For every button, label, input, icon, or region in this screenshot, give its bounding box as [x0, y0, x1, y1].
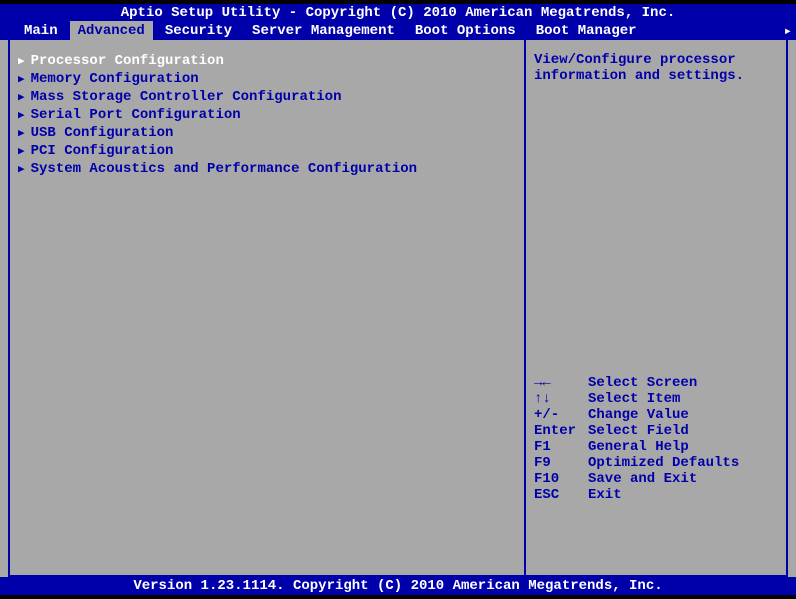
right-panel: View/Configure processor information and… [526, 40, 786, 575]
tab-main[interactable]: Main [16, 21, 66, 41]
entry-usb-config[interactable]: ▶ USB Configuration [18, 124, 516, 142]
submenu-arrow-icon: ▶ [18, 162, 25, 176]
entry-serial-port-config[interactable]: ▶ Serial Port Configuration [18, 106, 516, 124]
key-desc: Select Screen [588, 375, 697, 391]
key-row-save-exit: F10 Save and Exit [534, 471, 778, 487]
key-desc: Exit [588, 487, 622, 503]
submenu-arrow-icon: ▶ [18, 54, 25, 68]
entry-label: System Acoustics and Performance Configu… [31, 161, 417, 177]
entry-processor-config[interactable]: ▶ Processor Configuration [18, 52, 516, 70]
right-arrow-icon: ▸ [784, 23, 792, 40]
bios-screen: Aptio Setup Utility - Copyright (C) 2010… [0, 0, 796, 599]
title-bar: Aptio Setup Utility - Copyright (C) 2010… [0, 4, 796, 22]
entry-label: Memory Configuration [31, 71, 199, 87]
tab-server-management[interactable]: Server Management [244, 21, 403, 41]
submenu-arrow-icon: ▶ [18, 144, 25, 158]
help-line: View/Configure processor [534, 52, 778, 68]
key-name: ESC [534, 487, 588, 503]
footer-text: Version 1.23.1114. Copyright (C) 2010 Am… [133, 578, 662, 594]
key-row-change-value: +/- Change Value [534, 407, 778, 423]
footer-bar: Version 1.23.1114. Copyright (C) 2010 Am… [0, 577, 796, 595]
key-desc: Select Item [588, 391, 680, 407]
key-name: F1 [534, 439, 588, 455]
entry-label: USB Configuration [31, 125, 174, 141]
entry-system-acoustics-config[interactable]: ▶ System Acoustics and Performance Confi… [18, 160, 516, 178]
bottom-black-bar [0, 595, 796, 599]
tab-boot-options[interactable]: Boot Options [407, 21, 524, 41]
help-line: information and settings. [534, 68, 778, 84]
submenu-arrow-icon: ▶ [18, 72, 25, 86]
key-name: F9 [534, 455, 588, 471]
submenu-arrow-icon: ▶ [18, 90, 25, 104]
left-panel: ▶ Processor Configuration ▶ Memory Confi… [10, 40, 526, 575]
key-desc: Change Value [588, 407, 689, 423]
content-frame: ▶ Processor Configuration ▶ Memory Confi… [0, 40, 796, 577]
tab-boot-manager[interactable]: Boot Manager [528, 21, 645, 41]
entry-label: Processor Configuration [31, 53, 224, 69]
key-legend: →← Select Screen ↑↓ Select Item +/- Chan… [534, 375, 778, 503]
key-desc: General Help [588, 439, 689, 455]
key-row-general-help: F1 General Help [534, 439, 778, 455]
main-content: ▶ Processor Configuration ▶ Memory Confi… [8, 40, 788, 577]
menu-bar: Main Advanced Security Server Management… [0, 22, 796, 40]
key-desc: Select Field [588, 423, 689, 439]
key-name: Enter [534, 423, 588, 439]
entry-memory-config[interactable]: ▶ Memory Configuration [18, 70, 516, 88]
entry-label: Serial Port Configuration [31, 107, 241, 123]
entry-label: PCI Configuration [31, 143, 174, 159]
key-name: ↑↓ [534, 391, 588, 407]
tab-advanced[interactable]: Advanced [70, 21, 153, 41]
submenu-arrow-icon: ▶ [18, 108, 25, 122]
title-text: Aptio Setup Utility - Copyright (C) 2010… [121, 5, 676, 21]
submenu-arrow-icon: ▶ [18, 126, 25, 140]
entry-label: Mass Storage Controller Configuration [31, 89, 342, 105]
help-text: View/Configure processor information and… [534, 52, 778, 84]
key-name: →← [534, 375, 588, 391]
tab-security[interactable]: Security [157, 21, 240, 41]
key-row-optimized-defaults: F9 Optimized Defaults [534, 455, 778, 471]
key-desc: Save and Exit [588, 471, 697, 487]
key-name: +/- [534, 407, 588, 423]
key-row-select-field: Enter Select Field [534, 423, 778, 439]
key-row-select-screen: →← Select Screen [534, 375, 778, 391]
key-row-exit: ESC Exit [534, 487, 778, 503]
key-row-select-item: ↑↓ Select Item [534, 391, 778, 407]
key-desc: Optimized Defaults [588, 455, 739, 471]
key-name: F10 [534, 471, 588, 487]
entry-pci-config[interactable]: ▶ PCI Configuration [18, 142, 516, 160]
entry-mass-storage-config[interactable]: ▶ Mass Storage Controller Configuration [18, 88, 516, 106]
